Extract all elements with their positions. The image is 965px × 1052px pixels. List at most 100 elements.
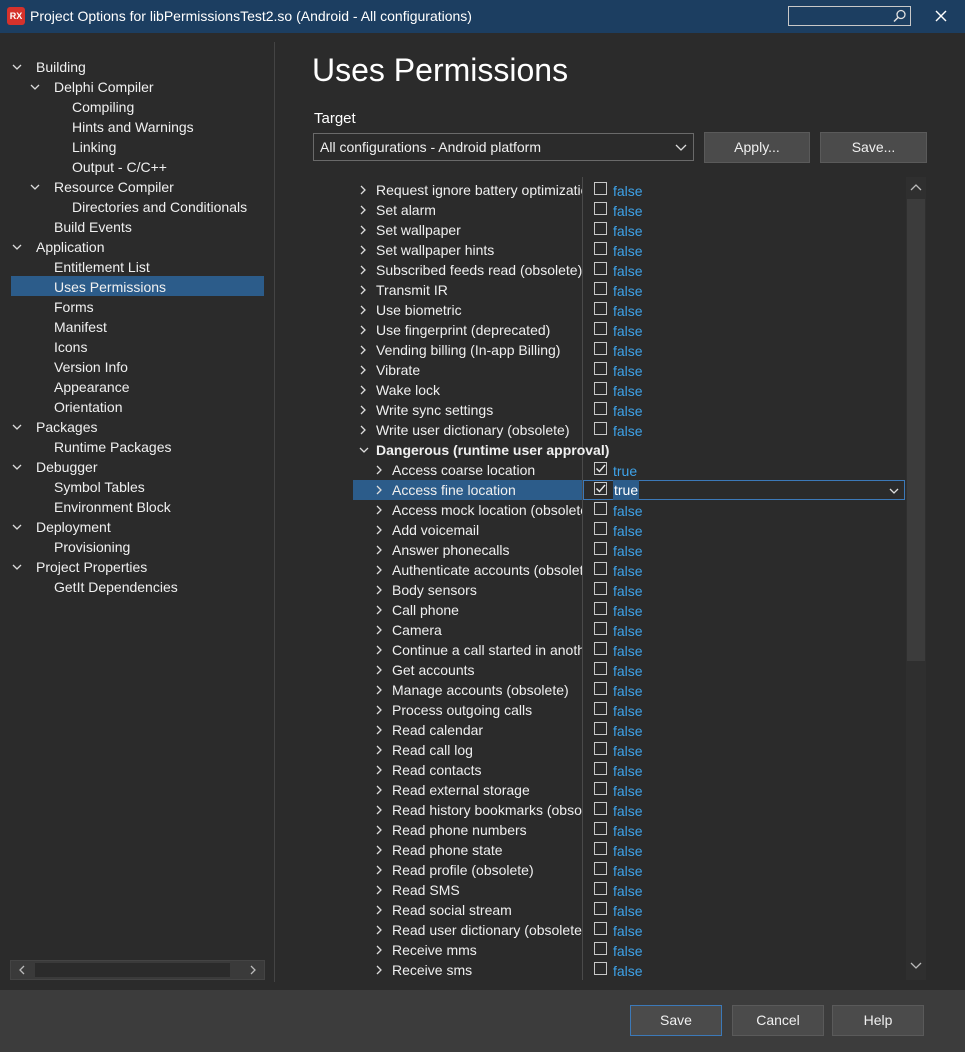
permissions-vertical-scrollbar[interactable] <box>906 177 926 980</box>
permission-checkbox[interactable] <box>594 322 607 335</box>
tree-item[interactable]: Manifest <box>54 317 107 337</box>
permission-checkbox[interactable] <box>594 622 607 635</box>
permission-checkbox[interactable] <box>594 642 607 655</box>
permission-checkbox[interactable] <box>594 222 607 235</box>
permission-checkbox[interactable] <box>594 482 607 495</box>
permission-row[interactable]: Read calendar false <box>312 720 906 740</box>
permission-row[interactable]: Receive mms false <box>312 940 906 960</box>
permission-row[interactable]: Read external storage false <box>312 780 906 800</box>
tree-item[interactable]: Deployment <box>12 517 111 537</box>
tree-item[interactable]: Entitlement List <box>54 257 150 277</box>
tree-item[interactable]: Environment Block <box>54 497 171 517</box>
permission-checkbox[interactable] <box>594 422 607 435</box>
permission-checkbox[interactable] <box>594 402 607 415</box>
chevron-up-icon[interactable] <box>910 183 922 191</box>
permission-row[interactable]: Read call log false <box>312 740 906 760</box>
permission-row[interactable]: Read social stream false <box>312 900 906 920</box>
permission-checkbox[interactable] <box>594 522 607 535</box>
permission-checkbox[interactable] <box>594 902 607 915</box>
permission-checkbox[interactable] <box>594 362 607 375</box>
permission-checkbox[interactable] <box>594 742 607 755</box>
permission-row[interactable]: Read phone numbers false <box>312 820 906 840</box>
permission-row[interactable]: Manage accounts (obsolete) false <box>312 680 906 700</box>
tree-item[interactable]: Forms <box>54 297 94 317</box>
scrollbar-thumb[interactable] <box>907 199 925 601</box>
permission-row[interactable]: Add voicemail false <box>312 520 906 540</box>
permission-checkbox[interactable] <box>594 862 607 875</box>
permission-checkbox[interactable] <box>594 842 607 855</box>
tree-item[interactable]: Resource Compiler <box>30 177 174 197</box>
permission-row[interactable]: Call phone false <box>312 600 906 620</box>
permission-row[interactable]: Camera false <box>312 620 906 640</box>
permission-row[interactable]: Request ignore battery optimizations fals… <box>312 180 906 200</box>
permission-checkbox[interactable] <box>594 242 607 255</box>
permission-row[interactable]: Subscribed feeds read (obsolete) false <box>312 260 906 280</box>
tree-item[interactable]: Orientation <box>54 397 122 417</box>
permission-checkbox[interactable] <box>594 962 607 975</box>
tree-item[interactable]: Appearance <box>54 377 130 397</box>
permission-checkbox[interactable] <box>594 702 607 715</box>
tree-item[interactable]: Provisioning <box>54 537 130 557</box>
permission-row[interactable]: Read phone state false <box>312 840 906 860</box>
permission-checkbox[interactable] <box>594 662 607 675</box>
permission-checkbox[interactable] <box>594 882 607 895</box>
panel-splitter[interactable] <box>274 42 275 982</box>
permission-row[interactable]: Wake lock false <box>312 380 906 400</box>
tree-item[interactable]: Packages <box>12 417 97 437</box>
tree-item[interactable]: Version Info <box>54 357 128 377</box>
permission-row[interactable]: Read history bookmarks (obsolete) false <box>312 800 906 820</box>
tree-item[interactable]: Building <box>12 57 86 77</box>
permission-checkbox[interactable] <box>594 682 607 695</box>
tree-item[interactable]: Icons <box>54 337 87 357</box>
search-input[interactable] <box>788 6 911 26</box>
permission-row[interactable]: Transmit IR false <box>312 280 906 300</box>
tree-item[interactable]: Build Events <box>54 217 132 237</box>
tree-item[interactable]: Compiling <box>72 97 134 117</box>
permission-checkbox[interactable] <box>594 302 607 315</box>
tree-item[interactable]: Application <box>12 237 105 257</box>
tree-item[interactable]: Hints and Warnings <box>72 117 194 137</box>
tree-horizontal-scrollbar[interactable] <box>10 960 265 980</box>
permission-checkbox[interactable] <box>594 942 607 955</box>
permission-row[interactable]: Use fingerprint (deprecated) false <box>312 320 906 340</box>
apply-button[interactable]: Apply... <box>704 132 810 163</box>
permission-checkbox[interactable] <box>594 502 607 515</box>
permission-row[interactable]: Read contacts false <box>312 760 906 780</box>
tree-item[interactable]: Symbol Tables <box>54 477 145 497</box>
permission-checkbox[interactable] <box>594 602 607 615</box>
permission-checkbox[interactable] <box>594 722 607 735</box>
target-select[interactable]: All configurations - Android platform <box>313 133 694 161</box>
permission-checkbox[interactable] <box>594 582 607 595</box>
permission-checkbox[interactable] <box>594 342 607 355</box>
permission-row[interactable]: Receive sms false <box>312 960 906 980</box>
save-config-button[interactable]: Save... <box>820 132 927 163</box>
permission-row[interactable]: Read SMS false <box>312 880 906 900</box>
save-button[interactable]: Save <box>630 1005 722 1036</box>
tree-item[interactable]: Debugger <box>12 457 98 477</box>
chevron-down-icon[interactable] <box>910 962 922 970</box>
permission-row[interactable]: Process outgoing calls false <box>312 700 906 720</box>
scroll-right-button[interactable] <box>242 961 264 979</box>
permission-checkbox[interactable] <box>594 542 607 555</box>
permission-checkbox[interactable] <box>594 782 607 795</box>
permission-row[interactable]: Answer phonecalls false <box>312 540 906 560</box>
permission-row[interactable]: Vending billing (In-app Billing) false <box>312 340 906 360</box>
permission-checkbox[interactable] <box>594 262 607 275</box>
tree-item[interactable]: Runtime Packages <box>54 437 172 457</box>
permission-row[interactable]: Set wallpaper hints false <box>312 240 906 260</box>
scroll-left-button[interactable] <box>11 961 33 979</box>
tree-item[interactable]: Output - C/C++ <box>72 157 167 177</box>
permission-checkbox[interactable] <box>594 282 607 295</box>
tree-item[interactable]: Linking <box>72 137 116 157</box>
permission-row[interactable]: Authenticate accounts (obsolete) false <box>312 560 906 580</box>
permission-row[interactable]: Write sync settings false <box>312 400 906 420</box>
permission-row[interactable]: Get accounts false <box>312 660 906 680</box>
tree-item[interactable]: Delphi Compiler <box>30 77 154 97</box>
permission-checkbox[interactable] <box>594 922 607 935</box>
help-button[interactable]: Help <box>832 1005 924 1036</box>
permission-row[interactable]: Continue a call started in another app fa… <box>312 640 906 660</box>
permission-row[interactable]: Access mock location (obsolete) false <box>312 500 906 520</box>
permission-checkbox[interactable] <box>594 182 607 195</box>
permission-checkbox[interactable] <box>594 822 607 835</box>
category-row[interactable]: Dangerous (runtime user approval) <box>312 440 906 460</box>
